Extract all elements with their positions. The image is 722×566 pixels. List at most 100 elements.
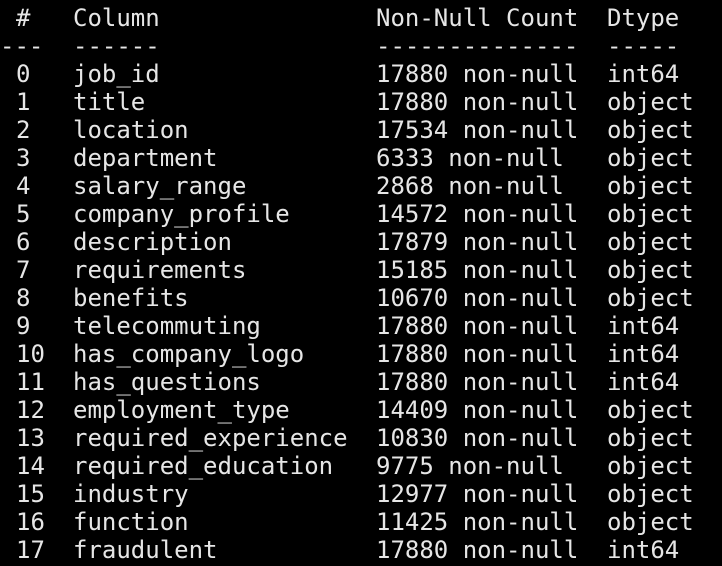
table-row: 3 department 6333 non-null object bbox=[0, 144, 722, 172]
table-row: 11 has_questions 17880 non-null int64 bbox=[0, 368, 722, 396]
row-column-name: title bbox=[73, 88, 146, 116]
table-row: 7 requirements 15185 non-null object bbox=[0, 256, 722, 284]
table-header-row: # Column Non-Null Count Dtype bbox=[0, 4, 722, 32]
row-dtype: object bbox=[607, 256, 694, 284]
table-row: 14 required_education 9775 non-null object bbox=[0, 452, 722, 480]
row-column-name: required_education bbox=[73, 452, 334, 480]
row-index: 4 bbox=[16, 172, 31, 200]
row-column-name: has_questions bbox=[73, 368, 261, 396]
table-row: 10 has_company_logo 17880 non-null int64 bbox=[0, 340, 722, 368]
row-column-name: department bbox=[73, 144, 218, 172]
row-non-null-count: 12977 non-null bbox=[376, 480, 579, 508]
row-column-name: benefits bbox=[73, 284, 189, 312]
row-index: 16 bbox=[16, 508, 45, 536]
row-non-null-count: 17880 non-null bbox=[376, 340, 579, 368]
terminal-output: # Column Non-Null Count Dtype --- ------… bbox=[0, 0, 722, 566]
row-column-name: requirements bbox=[73, 256, 247, 284]
header-column: Column bbox=[73, 4, 160, 32]
row-non-null-count: 17880 non-null bbox=[376, 368, 579, 396]
row-dtype: object bbox=[607, 144, 694, 172]
row-non-null-count: 14572 non-null bbox=[376, 200, 579, 228]
row-index: 15 bbox=[16, 480, 45, 508]
row-index: 12 bbox=[16, 396, 45, 424]
row-non-null-count: 6333 non-null bbox=[376, 144, 564, 172]
row-index: 10 bbox=[16, 340, 45, 368]
row-dtype: object bbox=[607, 228, 694, 256]
separator-column: ------ bbox=[73, 32, 160, 60]
row-non-null-count: 17880 non-null bbox=[376, 88, 579, 116]
row-index: 2 bbox=[16, 116, 31, 144]
table-row: 8 benefits 10670 non-null object bbox=[0, 284, 722, 312]
row-dtype: object bbox=[607, 284, 694, 312]
row-non-null-count: 17879 non-null bbox=[376, 228, 579, 256]
row-non-null-count: 10830 non-null bbox=[376, 424, 579, 452]
table-row: 16 function 11425 non-null object bbox=[0, 508, 722, 536]
row-index: 5 bbox=[16, 200, 31, 228]
row-index: 0 bbox=[16, 60, 31, 88]
row-dtype: object bbox=[607, 88, 694, 116]
separator-non-null-count: -------------- bbox=[376, 32, 579, 60]
table-row: 12 employment_type 14409 non-null object bbox=[0, 396, 722, 424]
row-column-name: telecommuting bbox=[73, 312, 261, 340]
row-column-name: company_profile bbox=[73, 200, 290, 228]
row-index: 8 bbox=[16, 284, 31, 312]
table-row: 15 industry 12977 non-null object bbox=[0, 480, 722, 508]
row-index: 7 bbox=[16, 256, 31, 284]
row-column-name: has_company_logo bbox=[73, 340, 305, 368]
row-non-null-count: 17534 non-null bbox=[376, 116, 579, 144]
row-dtype: object bbox=[607, 116, 694, 144]
row-non-null-count: 17880 non-null bbox=[376, 312, 579, 340]
row-index: 9 bbox=[16, 312, 31, 340]
table-row: 17 fraudulent 17880 non-null int64 bbox=[0, 536, 722, 564]
row-column-name: function bbox=[73, 508, 189, 536]
row-non-null-count: 10670 non-null bbox=[376, 284, 579, 312]
row-index: 17 bbox=[16, 536, 45, 564]
row-dtype: object bbox=[607, 172, 694, 200]
row-non-null-count: 14409 non-null bbox=[376, 396, 579, 424]
row-non-null-count: 9775 non-null bbox=[376, 452, 564, 480]
row-column-name: industry bbox=[73, 480, 189, 508]
row-column-name: job_id bbox=[73, 60, 160, 88]
table-row: 0 job_id 17880 non-null int64 bbox=[0, 60, 722, 88]
row-dtype: object bbox=[607, 508, 694, 536]
row-dtype: int64 bbox=[607, 368, 680, 396]
row-dtype: object bbox=[607, 452, 694, 480]
row-dtype: object bbox=[607, 396, 694, 424]
row-dtype: int64 bbox=[607, 536, 680, 564]
row-index: 11 bbox=[16, 368, 45, 396]
header-non-null-count: Non-Null Count bbox=[376, 4, 579, 32]
row-non-null-count: 11425 non-null bbox=[376, 508, 579, 536]
row-column-name: employment_type bbox=[73, 396, 290, 424]
row-column-name: salary_range bbox=[73, 172, 247, 200]
table-separator-row: --- ------ -------------- ----- bbox=[0, 32, 722, 60]
table-row: 13 required_experience 10830 non-null objec… bbox=[0, 424, 722, 452]
row-index: 6 bbox=[16, 228, 31, 256]
table-row: 2 location 17534 non-null object bbox=[0, 116, 722, 144]
row-index: 3 bbox=[16, 144, 31, 172]
row-index: 1 bbox=[16, 88, 31, 116]
row-non-null-count: 2868 non-null bbox=[376, 172, 564, 200]
table-row: 6 description 17879 non-null object bbox=[0, 228, 722, 256]
row-dtype: int64 bbox=[607, 60, 680, 88]
row-column-name: required_experience bbox=[73, 424, 348, 452]
table-row: 4 salary_range 2868 non-null object bbox=[0, 172, 722, 200]
row-index: 13 bbox=[16, 424, 45, 452]
row-non-null-count: 15185 non-null bbox=[376, 256, 579, 284]
row-column-name: fraudulent bbox=[73, 536, 218, 564]
row-non-null-count: 17880 non-null bbox=[376, 60, 579, 88]
row-dtype: object bbox=[607, 480, 694, 508]
header-dtype: Dtype bbox=[607, 4, 680, 32]
table-row: 1 title 17880 non-null object bbox=[0, 88, 722, 116]
row-dtype: int64 bbox=[607, 340, 680, 368]
row-dtype: object bbox=[607, 200, 694, 228]
row-column-name: location bbox=[73, 116, 189, 144]
row-non-null-count: 17880 non-null bbox=[376, 536, 579, 564]
row-dtype: int64 bbox=[607, 312, 680, 340]
table-row: 5 company_profile 14572 non-null object bbox=[0, 200, 722, 228]
row-column-name: description bbox=[73, 228, 232, 256]
separator-dtype: ----- bbox=[607, 32, 680, 60]
separator-index: --- bbox=[0, 32, 44, 60]
row-dtype: object bbox=[607, 424, 694, 452]
row-index: 14 bbox=[16, 452, 45, 480]
table-row: 9 telecommuting 17880 non-null int64 bbox=[0, 312, 722, 340]
